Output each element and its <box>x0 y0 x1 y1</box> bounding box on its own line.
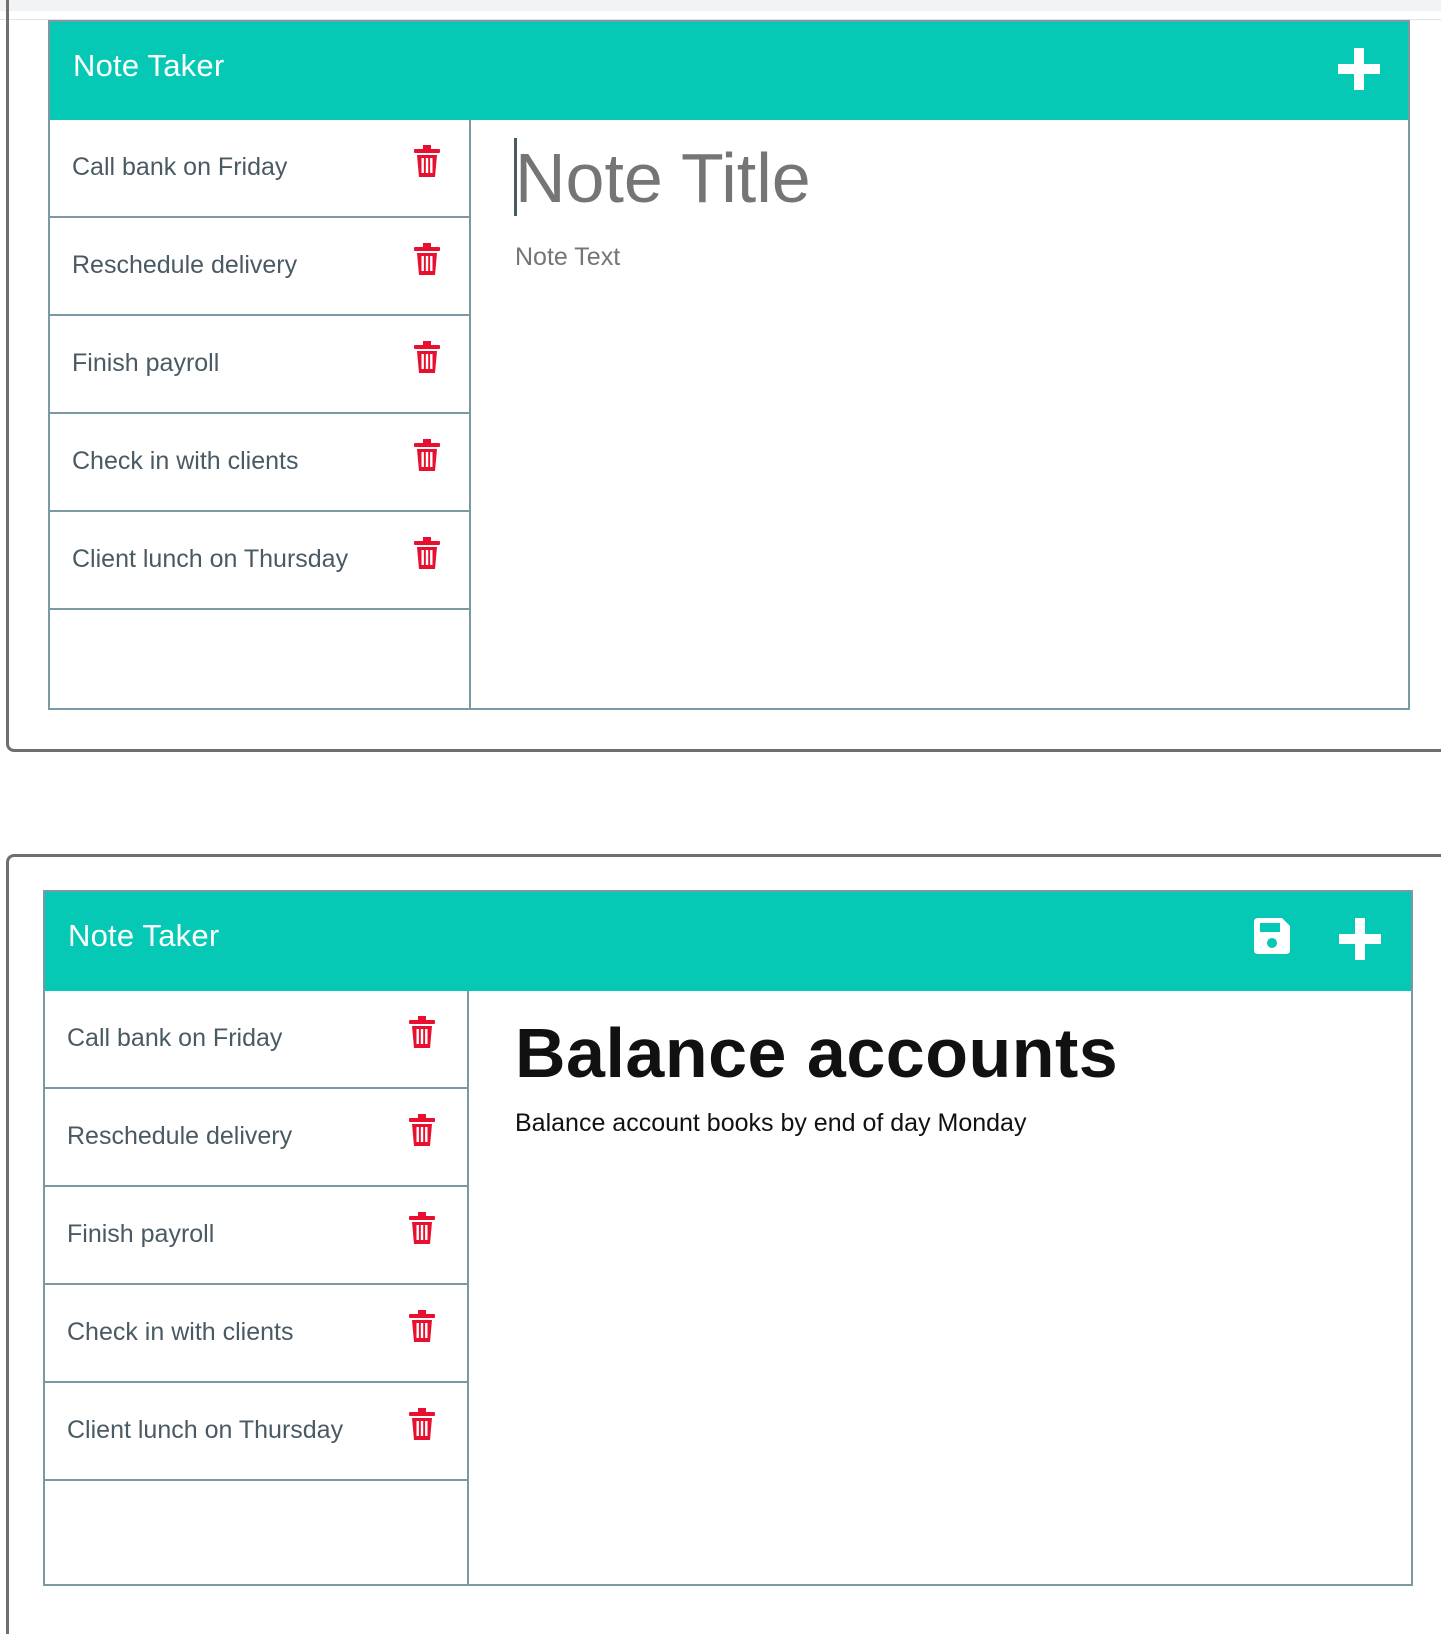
list-item[interactable]: Call bank on Friday <box>45 991 467 1089</box>
note-taker-app-filled-note: Note Taker Call bank on Friday Reschedul… <box>43 890 1413 1586</box>
note-title-input[interactable] <box>515 138 1335 218</box>
note-list-title: Check in with clients <box>72 447 299 475</box>
note-body[interactable]: Balance account books by end of day Mond… <box>515 1109 1026 1138</box>
note-list-title: Finish payroll <box>72 349 220 377</box>
trash-icon[interactable] <box>413 536 441 570</box>
trash-icon[interactable] <box>408 1211 436 1245</box>
trash-icon[interactable] <box>408 1113 436 1147</box>
trash-icon[interactable] <box>408 1309 436 1343</box>
trash-icon[interactable] <box>413 340 441 374</box>
list-item[interactable]: Check in with clients <box>45 1285 467 1383</box>
list-item[interactable]: Client lunch on Thursday <box>50 512 469 610</box>
note-taker-app-empty-note: Note Taker Call bank on Friday Reschedul… <box>48 20 1410 710</box>
note-list-title: Client lunch on Thursday <box>67 1416 344 1444</box>
app-title[interactable]: Note Taker <box>68 918 219 954</box>
list-item[interactable]: Reschedule delivery <box>45 1089 467 1187</box>
note-list: Call bank on Friday Reschedule delivery … <box>45 991 469 1584</box>
note-list: Call bank on Friday Reschedule delivery … <box>50 120 471 708</box>
note-list-title: Reschedule delivery <box>72 251 298 279</box>
note-title[interactable]: Balance accounts <box>515 1013 1118 1093</box>
trash-icon[interactable] <box>413 438 441 472</box>
note-editor <box>471 120 1408 708</box>
trash-icon[interactable] <box>408 1015 436 1049</box>
note-list-title: Call bank on Friday <box>72 153 288 181</box>
app-title[interactable]: Note Taker <box>73 48 224 84</box>
trash-icon[interactable] <box>408 1407 436 1441</box>
list-item[interactable]: Client lunch on Thursday <box>45 1383 467 1481</box>
note-editor: Balance accounts Balance account books b… <box>469 991 1411 1584</box>
app-header: Note Taker <box>50 22 1408 120</box>
trash-icon[interactable] <box>413 242 441 276</box>
note-list-title: Check in with clients <box>67 1318 294 1346</box>
list-item[interactable]: Finish payroll <box>45 1187 467 1285</box>
note-list-title: Call bank on Friday <box>67 1024 283 1052</box>
note-list-title: Client lunch on Thursday <box>72 545 349 573</box>
list-item[interactable]: Check in with clients <box>50 414 469 512</box>
plus-icon[interactable] <box>1337 916 1383 962</box>
note-list-title: Reschedule delivery <box>67 1122 293 1150</box>
trash-icon[interactable] <box>413 144 441 178</box>
save-icon[interactable] <box>1252 916 1292 956</box>
note-text-input[interactable] <box>515 237 1335 277</box>
note-list-title: Finish payroll <box>67 1220 215 1248</box>
list-item[interactable]: Reschedule delivery <box>50 218 469 316</box>
app-header: Note Taker <box>45 892 1411 991</box>
plus-icon[interactable] <box>1336 46 1382 92</box>
list-item[interactable]: Finish payroll <box>50 316 469 414</box>
list-item[interactable]: Call bank on Friday <box>50 120 469 218</box>
